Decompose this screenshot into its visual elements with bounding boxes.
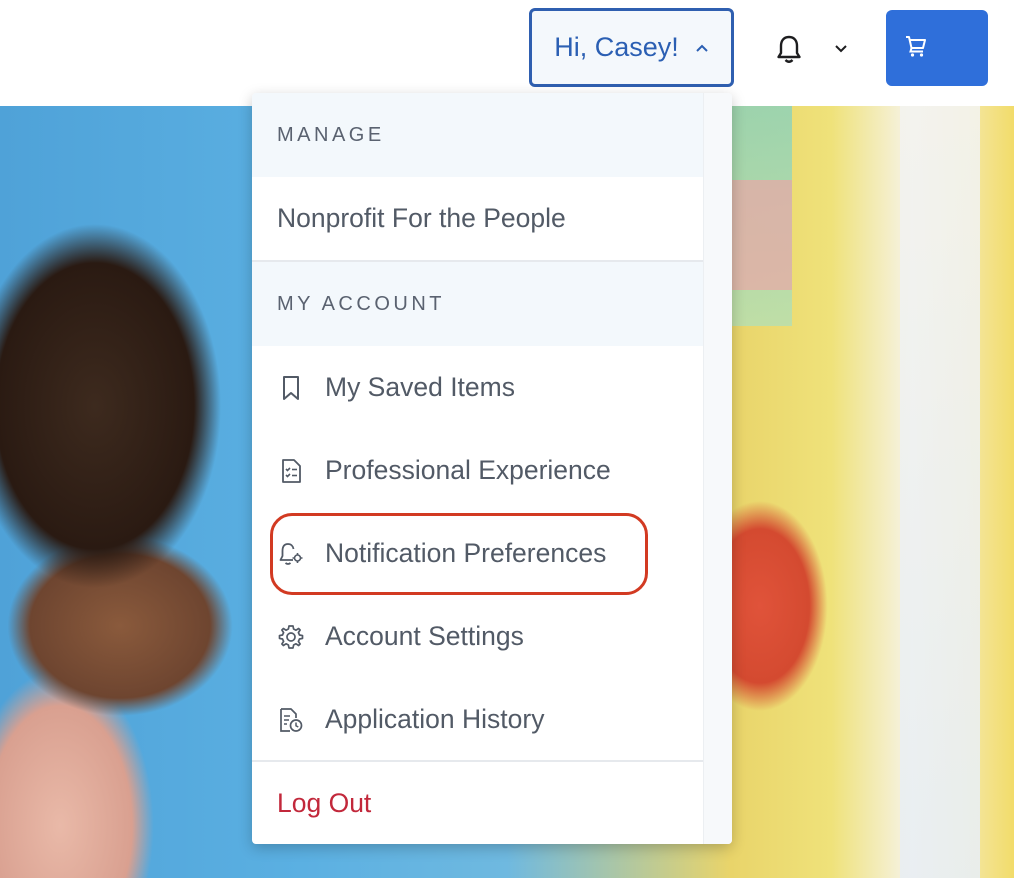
cart-button[interactable] [886,10,988,86]
menu-item-label: My Saved Items [325,372,515,402]
menu-item-label: Nonprofit For the People [277,203,566,233]
cart-icon [904,34,928,63]
checklist-icon [277,457,305,485]
bookmark-icon [277,374,305,402]
hero-image-mural-stripe [732,180,792,290]
user-menu-button[interactable]: Hi, Casey! [529,8,734,87]
menu-item-saved-items[interactable]: My Saved Items [252,346,703,429]
document-clock-icon [277,706,305,734]
logout-label: Log Out [277,788,372,818]
logout-link[interactable]: Log Out [252,762,703,844]
top-header: Hi, Casey! [0,0,1014,106]
menu-item-notification-preferences[interactable]: Notification Preferences [252,512,703,595]
menu-item-application-history[interactable]: Application History [252,678,703,761]
gear-icon [277,623,305,651]
bell-settings-icon [277,540,305,568]
menu-item-label: Notification Preferences [325,538,607,568]
menu-item-label: Account Settings [325,621,524,651]
account-dropdown-menu: MANAGE Nonprofit For the People MY ACCOU… [252,93,732,844]
bell-icon[interactable] [770,32,808,66]
menu-scroll-gutter [703,93,732,844]
menu-item-label: Application History [325,704,545,734]
chevron-down-icon[interactable] [830,40,852,58]
my-account-heading: MY ACCOUNT [252,262,703,346]
hero-image-mural-stripe [900,106,980,878]
menu-item-professional-experience[interactable]: Professional Experience [252,429,703,512]
user-greeting: Hi, Casey! [554,32,679,62]
manage-heading: MANAGE [252,93,703,177]
menu-item-label: Professional Experience [325,455,611,485]
menu-item-account-settings[interactable]: Account Settings [252,595,703,678]
menu-item-organization[interactable]: Nonprofit For the People [252,177,703,260]
chevron-up-icon [695,43,709,53]
